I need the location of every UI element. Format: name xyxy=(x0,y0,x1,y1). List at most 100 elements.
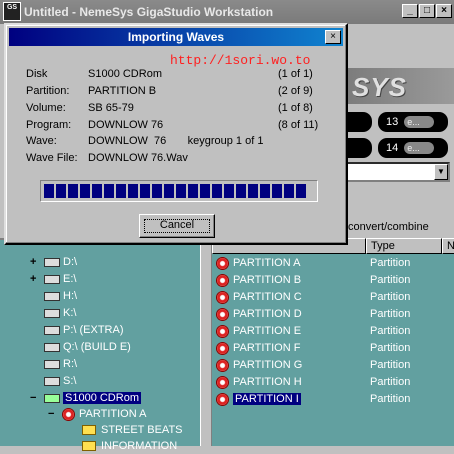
progress-block xyxy=(68,184,78,198)
row-type: Partition xyxy=(370,257,411,269)
focus-ring xyxy=(144,219,210,233)
tree-item-s[interactable]: S:\ xyxy=(44,373,76,389)
list-row[interactable]: PARTITION B Partition xyxy=(212,272,454,289)
partition-disc-icon xyxy=(216,341,229,355)
list-row[interactable]: PARTITION E Partition xyxy=(212,323,454,340)
tree-item-partition-a[interactable]: − PARTITION A xyxy=(48,406,146,422)
close-button[interactable]: × xyxy=(436,4,452,18)
progress-block xyxy=(236,184,246,198)
list-row[interactable]: PARTITION A Partition xyxy=(212,255,454,272)
partition-disc-icon xyxy=(216,375,229,389)
partition-disc-icon xyxy=(216,324,229,338)
row-type: Partition xyxy=(370,393,411,405)
info-count: (2 of 9) xyxy=(278,85,313,97)
list-row[interactable]: PARTITION H Partition xyxy=(212,374,454,391)
info-value: S1000 CDRom xyxy=(88,68,162,80)
info-value: DOWNLOW 76 xyxy=(88,119,164,131)
window-title: Untitled - NemeSys GigaStudio Workstatio… xyxy=(24,5,274,19)
watermark-url: http://1sori.wo.to xyxy=(170,53,311,68)
row-name: PARTITION B xyxy=(233,274,302,286)
partition-disc-icon xyxy=(62,407,75,421)
cancel-button[interactable]: Cancel xyxy=(139,214,215,238)
progress-block xyxy=(92,184,102,198)
expand-icon[interactable]: + xyxy=(30,254,40,270)
progress-block xyxy=(272,184,282,198)
info-value: DOWNLOW 76.Wav xyxy=(88,152,188,164)
dialog-title-bar[interactable]: Importing Waves × xyxy=(9,28,343,46)
partition-disc-icon xyxy=(216,358,229,372)
partition-disc-icon xyxy=(216,290,229,304)
pill-number: 13 xyxy=(386,116,399,128)
info-label: Disk xyxy=(26,68,48,80)
folder-tree[interactable]: + D:\ + E:\ H:\ K:\ P:\ (EXTRA) Q:\ (BUI… xyxy=(0,238,200,452)
row-type: Partition xyxy=(370,274,411,286)
progress-block xyxy=(56,184,66,198)
info-label: Wave File: xyxy=(26,152,78,164)
tree-item-k[interactable]: K:\ xyxy=(44,305,76,321)
nemesys-logo: SYS xyxy=(352,72,408,102)
tree-item-q[interactable]: Q:\ (BUILD E) xyxy=(44,339,131,355)
tree-item-e[interactable]: + E:\ xyxy=(30,271,76,287)
row-type: Partition xyxy=(370,325,411,337)
list-row[interactable]: PARTITION C Partition xyxy=(212,289,454,306)
drive-icon xyxy=(44,325,60,335)
tree-item-label: R:\ xyxy=(63,358,78,370)
tree-item-information[interactable]: INFORMATION xyxy=(82,438,177,454)
drive-icon xyxy=(44,359,60,369)
info-value: PARTITION B xyxy=(88,85,157,97)
tree-item-label: S1000 CDRom xyxy=(63,392,141,404)
chevron-down-icon[interactable]: ▼ xyxy=(434,164,448,180)
progress-block xyxy=(260,184,270,198)
column-header-n[interactable]: N xyxy=(442,238,454,254)
combo-box[interactable]: ▼ xyxy=(340,162,450,182)
tree-item-p[interactable]: P:\ (EXTRA) xyxy=(44,322,124,338)
main-title-bar[interactable]: GS Untitled - NemeSys GigaStudio Worksta… xyxy=(0,0,454,24)
control-pill-2[interactable]: 14 e... xyxy=(378,138,448,158)
drive-icon xyxy=(44,257,60,267)
app-icon[interactable]: GS xyxy=(3,2,21,21)
tree-item-r[interactable]: R:\ xyxy=(44,356,77,372)
list-row[interactable]: PARTITION G Partition xyxy=(212,357,454,374)
tree-item-h[interactable]: H:\ xyxy=(44,288,77,304)
list-row[interactable]: PARTITION I Partition xyxy=(212,391,454,408)
dialog-close-button[interactable]: × xyxy=(325,30,341,44)
tree-item-d[interactable]: + D:\ xyxy=(30,254,77,270)
tree-item-label: D:\ xyxy=(63,256,78,268)
maximize-button[interactable]: □ xyxy=(419,4,435,18)
importing-waves-dialog: Importing Waves × http://1sori.wo.to Dis… xyxy=(4,23,348,245)
row-name: PARTITION G xyxy=(233,359,303,371)
progress-block xyxy=(116,184,126,198)
partition-disc-icon xyxy=(216,392,229,406)
convert-combine-label[interactable]: convert/combine xyxy=(348,221,429,233)
pill-number: 14 xyxy=(386,142,399,154)
control-pill-1[interactable]: 13 e... xyxy=(378,112,448,132)
row-type: Partition xyxy=(370,359,411,371)
progress-block xyxy=(212,184,222,198)
tree-item-label: K:\ xyxy=(63,307,77,319)
row-type: Partition xyxy=(370,376,411,388)
row-name: PARTITION I xyxy=(233,393,301,405)
row-name: PARTITION F xyxy=(233,342,301,354)
tree-item-street-beats[interactable]: STREET BEATS xyxy=(82,422,183,438)
pill-chip: e... xyxy=(404,116,435,129)
drive-icon xyxy=(44,308,60,318)
dialog-title: Importing Waves xyxy=(127,30,225,44)
collapse-icon[interactable]: − xyxy=(48,406,58,422)
info-label: Partition: xyxy=(26,85,70,97)
expand-icon[interactable]: + xyxy=(30,271,40,287)
folder-icon xyxy=(82,441,96,452)
info-label: Volume: xyxy=(26,102,66,114)
column-header-type[interactable]: Type xyxy=(366,238,442,254)
partition-disc-icon xyxy=(216,256,229,270)
pane-splitter[interactable] xyxy=(200,238,212,446)
collapse-icon[interactable]: − xyxy=(30,390,40,406)
progress-block xyxy=(80,184,90,198)
tree-item-label: STREET BEATS xyxy=(101,424,183,436)
partition-list[interactable]: Type N PARTITION A Partition PARTITION BP… xyxy=(212,238,454,446)
row-name: PARTITION A xyxy=(233,257,301,269)
minimize-button[interactable]: _ xyxy=(402,4,418,18)
list-row[interactable]: PARTITION F Partition xyxy=(212,340,454,357)
list-row[interactable]: PARTITION D Partition xyxy=(212,306,454,323)
tree-item-s1000-cdrom[interactable]: − S1000 CDRom xyxy=(30,390,141,406)
row-name: PARTITION E xyxy=(233,325,302,337)
